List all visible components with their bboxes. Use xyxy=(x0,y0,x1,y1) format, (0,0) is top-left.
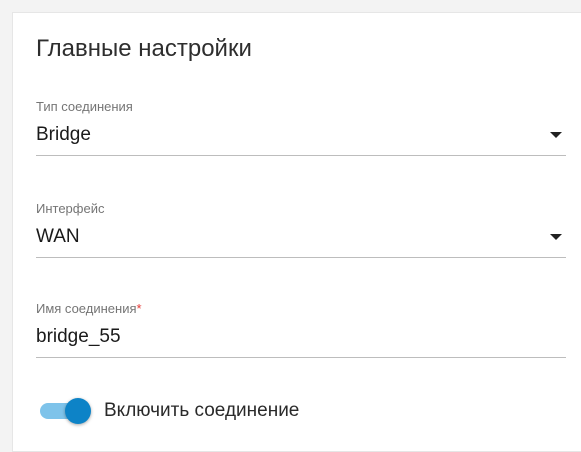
section-title: Главные настройки xyxy=(36,35,252,62)
connection-name-field: Имя соединения* bridge_55 xyxy=(36,301,566,358)
connection-type-field: Тип соединения Bridge xyxy=(36,99,566,156)
connection-name-label-text: Имя соединения xyxy=(36,301,137,316)
enable-connection-label[interactable]: Включить соединение xyxy=(104,400,299,422)
connection-type-label: Тип соединения xyxy=(36,99,133,114)
interface-label: Интерфейс xyxy=(36,201,105,216)
interface-select[interactable]: WAN xyxy=(36,223,566,258)
required-mark: * xyxy=(136,301,142,316)
connection-type-value: Bridge xyxy=(36,124,91,145)
interface-value: WAN xyxy=(36,226,80,247)
enable-connection-toggle[interactable] xyxy=(40,397,92,425)
connection-type-select[interactable]: Bridge xyxy=(36,121,566,156)
caret-down-icon[interactable] xyxy=(550,132,562,138)
toggle-knob xyxy=(65,398,91,424)
connection-name-value: bridge_55 xyxy=(36,326,121,347)
connection-name-label: Имя соединения* xyxy=(36,301,566,317)
connection-name-input[interactable]: bridge_55 xyxy=(36,323,566,358)
main-settings-panel: Главные настройки Тип соединения Bridge … xyxy=(12,12,581,452)
enable-connection-row: Включить соединение xyxy=(40,397,299,425)
caret-down-icon[interactable] xyxy=(550,234,562,240)
interface-field: Интерфейс WAN xyxy=(36,201,566,258)
